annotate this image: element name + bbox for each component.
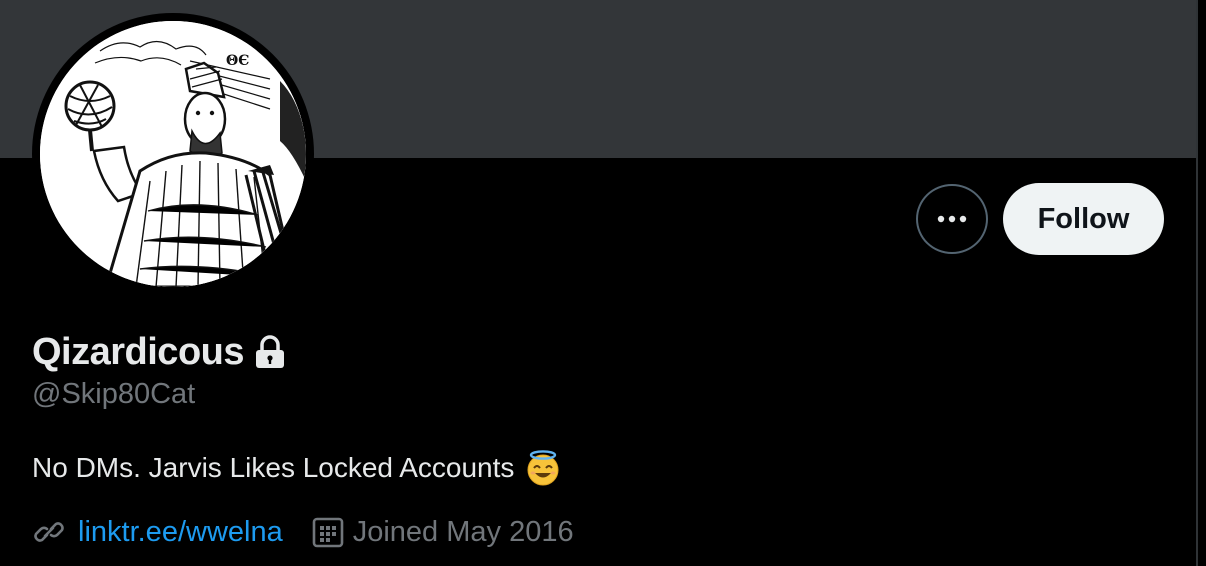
display-name-row: Qizardicous <box>32 328 288 376</box>
lock-icon <box>256 335 284 368</box>
more-options-button[interactable] <box>916 184 988 254</box>
profile-bio: No DMs. Jarvis Likes Locked Accounts <box>32 449 562 487</box>
scrollbar-edge <box>1196 0 1206 566</box>
profile-header: ΘЄ Follow Qizardicous @Skip80Cat No DMs.… <box>0 0 1196 566</box>
calendar-icon <box>312 517 344 548</box>
follow-button[interactable]: Follow <box>1003 183 1164 255</box>
follow-button-label: Follow <box>1037 202 1130 235</box>
avatar-image: ΘЄ <box>40 21 306 287</box>
link-icon <box>34 522 64 542</box>
profile-website-link[interactable]: linktr.ee/wwelna <box>78 516 283 549</box>
joined-date: Joined May 2016 <box>352 515 574 548</box>
svg-text:ΘЄ: ΘЄ <box>226 53 249 69</box>
avatar[interactable]: ΘЄ <box>32 13 314 295</box>
bio-text: No DMs. Jarvis Likes Locked Accounts <box>32 452 515 483</box>
more-icon <box>937 215 967 223</box>
profile-handle: @Skip80Cat <box>32 378 196 410</box>
display-name: Qizardicous <box>32 330 245 373</box>
smiling-face-with-halo-icon <box>527 450 559 486</box>
profile-meta: linktr.ee/wwelna Joined May 2016 <box>32 510 574 554</box>
